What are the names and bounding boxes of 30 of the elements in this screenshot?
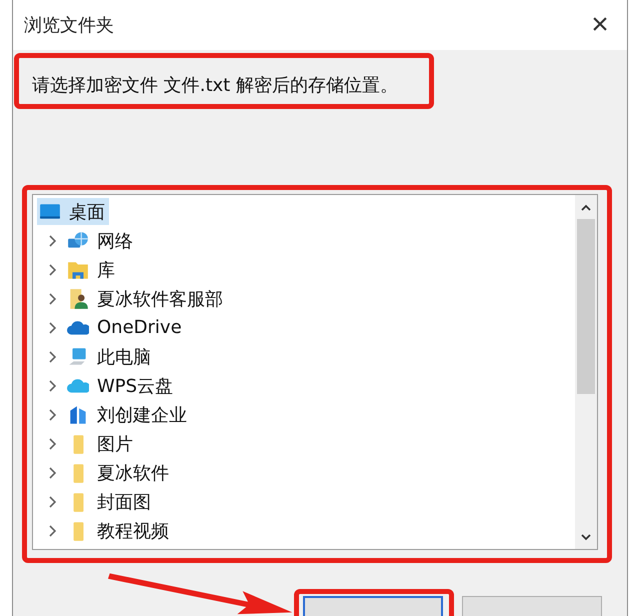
expand-chevron-icon[interactable] — [47, 350, 57, 364]
tree-item[interactable]: 此电脑 — [65, 343, 155, 370]
expand-chevron-icon[interactable] — [47, 494, 57, 508]
tree-item[interactable]: 网络 — [65, 227, 137, 254]
expand-chevron-icon[interactable] — [47, 436, 57, 450]
expand-chevron-icon[interactable] — [47, 262, 57, 276]
expand-chevron-icon[interactable] — [47, 292, 57, 306]
expand-chevron-icon[interactable] — [47, 524, 57, 538]
expand-chevron-icon[interactable] — [47, 408, 57, 422]
expand-chevron-icon[interactable] — [47, 466, 57, 480]
window-title: 浏览文件夹 — [24, 14, 114, 37]
expand-chevron-icon[interactable] — [47, 234, 57, 248]
scrollbar-thumb[interactable] — [577, 219, 595, 394]
scroll-down-icon[interactable] — [580, 533, 592, 541]
tree-item[interactable]: 夏冰软件客服部 — [65, 285, 227, 312]
scrollbar[interactable] — [575, 195, 597, 549]
tree-item[interactable]: OneDrive — [65, 314, 186, 341]
close-button[interactable]: × — [577, 2, 623, 48]
expand-chevron-icon[interactable] — [47, 378, 57, 392]
tree-item[interactable]: 夏冰软件 — [65, 459, 173, 486]
tree-item[interactable]: 刘创建企业 — [65, 401, 191, 428]
instruction-text: 请选择加密文件 文件.txt 解密后的存储位置。 — [32, 74, 399, 98]
expand-chevron-icon[interactable] — [47, 320, 57, 334]
tree-item[interactable]: 桌面 — [37, 198, 109, 225]
tree-item[interactable]: 教程视频 — [65, 517, 173, 544]
tree-item[interactable]: WPS云盘 — [65, 372, 178, 399]
scroll-up-icon[interactable] — [580, 203, 592, 211]
tree-item[interactable]: 库 — [65, 256, 119, 283]
tree-item[interactable]: 图片 — [65, 430, 137, 457]
tree-item[interactable]: 封面图 — [65, 488, 155, 515]
